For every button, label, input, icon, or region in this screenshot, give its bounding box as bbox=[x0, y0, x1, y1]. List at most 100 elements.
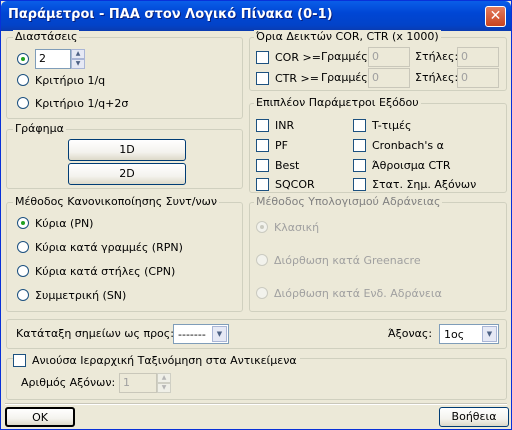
help-button[interactable]: Βοήθεια bbox=[439, 407, 509, 427]
ok-button[interactable]: OK bbox=[5, 407, 75, 427]
normalization-option-cpn[interactable]: Κύρια κατά στήλες (CPN) bbox=[17, 263, 175, 279]
dimensions-option-2-label: Κριτήριο 1/q+2σ bbox=[35, 96, 129, 110]
dimensions-count-option[interactable] bbox=[17, 51, 35, 67]
axis-stat-label: Στατ. Σημ. Αξόνων bbox=[372, 177, 477, 191]
normalization-option-pn[interactable]: Κύρια (PN) bbox=[17, 215, 93, 231]
spin-down-icon[interactable]: ▼ bbox=[157, 383, 171, 393]
pf-checkbox-row[interactable]: PF bbox=[256, 137, 288, 153]
clustering-axes-spinner[interactable]: ▲ ▼ bbox=[157, 373, 171, 393]
cor-cols-label: Στήλες: bbox=[415, 50, 459, 63]
pf-checkbox[interactable] bbox=[256, 138, 269, 152]
clustering-axes-input[interactable]: 1 bbox=[119, 373, 157, 393]
sum-ctr-checkbox[interactable] bbox=[353, 158, 366, 172]
graph-2d-button[interactable]: 2D bbox=[68, 163, 186, 185]
cronbach-label: Cronbach's α bbox=[372, 138, 444, 152]
t-values-label: T-τιμές bbox=[372, 118, 412, 132]
inertia-option-internal[interactable]: Διόρθωση κατά Ενδ. Αδράνεια bbox=[256, 285, 442, 301]
sqcor-label: SQCOR bbox=[275, 177, 315, 191]
clustering-checkbox[interactable] bbox=[13, 353, 26, 367]
clustering-label: Ανιούσα Ιεραρχική Ταξινόμηση στα Αντικεί… bbox=[32, 353, 297, 367]
ctr-checkbox[interactable] bbox=[256, 71, 269, 85]
normalization-rpn-label: Κύρια κατά γραμμές (RPN) bbox=[35, 240, 183, 254]
cor-checkbox-row[interactable]: COR >= bbox=[256, 49, 321, 65]
axis-label: Άξονας: bbox=[388, 327, 433, 340]
inertia-legend: Μέθοδος Υπολογισμού Αδράνειας bbox=[254, 195, 443, 208]
chevron-down-icon[interactable]: ▼ bbox=[482, 326, 497, 342]
ctr-cols-input[interactable]: 0 bbox=[457, 68, 499, 88]
cor-checkbox[interactable] bbox=[256, 50, 269, 64]
inertia-internal-label: Διόρθωση κατά Ενδ. Αδράνεια bbox=[274, 286, 442, 300]
normalization-cpn-radio[interactable] bbox=[17, 265, 29, 277]
sort-select[interactable]: ------- ▼ bbox=[173, 324, 229, 344]
sqcor-checkbox[interactable] bbox=[256, 177, 269, 191]
dimensions-count-spinner[interactable]: ▲ ▼ bbox=[71, 49, 85, 69]
normalization-sn-radio[interactable] bbox=[17, 289, 29, 301]
sum-ctr-checkbox-row[interactable]: Άθροισμα CTR bbox=[353, 157, 451, 173]
title-bar[interactable]: Παράμετροι - ΠΑΑ στον Λογικό Πίνακα (0-1… bbox=[1, 1, 511, 31]
axis-stat-checkbox-row[interactable]: Στατ. Σημ. Αξόνων bbox=[353, 176, 476, 192]
t-values-checkbox-row[interactable]: T-τιμές bbox=[353, 117, 411, 133]
clustering-checkbox-row[interactable]: Ανιούσα Ιεραρχική Ταξινόμηση στα Αντικεί… bbox=[13, 352, 300, 368]
inr-checkbox[interactable] bbox=[256, 118, 269, 132]
sort-select-value: ------- bbox=[178, 328, 206, 341]
clustering-axes-label: Αριθμός Αξόνων: bbox=[21, 376, 116, 389]
dialog-window: Παράμετροι - ΠΑΑ στον Λογικό Πίνακα (0-1… bbox=[0, 0, 512, 430]
cor-rows-label: Γραμμές: bbox=[321, 50, 372, 63]
dimensions-option-2-radio[interactable] bbox=[17, 97, 29, 109]
cronbach-checkbox[interactable] bbox=[353, 138, 366, 152]
inertia-option-greenacre[interactable]: Διόρθωση κατά Greenacre bbox=[256, 252, 421, 268]
best-label: Best bbox=[275, 158, 300, 172]
chevron-down-icon[interactable]: ▼ bbox=[212, 326, 227, 342]
normalization-sn-label: Συμμετρική (SN) bbox=[35, 288, 127, 302]
normalization-rpn-radio[interactable] bbox=[17, 241, 29, 253]
ctr-rows-input[interactable]: 0 bbox=[368, 68, 410, 88]
spin-up-icon[interactable]: ▲ bbox=[157, 373, 171, 383]
axis-select-value: 1ος bbox=[444, 328, 465, 341]
axis-select[interactable]: 1ος ▼ bbox=[439, 324, 499, 344]
dimensions-count-radio[interactable] bbox=[17, 53, 29, 65]
best-checkbox[interactable] bbox=[256, 158, 269, 172]
cor-ctr-legend: Όρια Δεικτών COR, CTR (x 1000) bbox=[254, 30, 441, 43]
ctr-checkbox-row[interactable]: CTR >= bbox=[256, 70, 319, 86]
graph-1d-button[interactable]: 1D bbox=[68, 139, 186, 161]
inertia-option-classic[interactable]: Κλασική bbox=[256, 219, 319, 235]
normalization-option-sn[interactable]: Συμμετρική (SN) bbox=[17, 287, 126, 303]
inertia-classic-radio[interactable] bbox=[256, 221, 268, 233]
dimensions-option-2[interactable]: Κριτήριο 1/q+2σ bbox=[17, 95, 128, 111]
normalization-legend: Μέθοδος Κανονικοποίησης Συντ/νων bbox=[13, 195, 219, 208]
inertia-greenacre-label: Διόρθωση κατά Greenacre bbox=[274, 253, 421, 267]
sum-ctr-label: Άθροισμα CTR bbox=[372, 158, 451, 172]
dimensions-option-1-radio[interactable] bbox=[17, 74, 29, 86]
spin-down-icon[interactable]: ▼ bbox=[71, 59, 85, 69]
normalization-option-rpn[interactable]: Κύρια κατά γραμμές (RPN) bbox=[17, 239, 183, 255]
cor-label: COR >= bbox=[275, 50, 321, 64]
inr-checkbox-row[interactable]: INR bbox=[256, 117, 294, 133]
dimensions-legend: Διαστάσεις bbox=[13, 30, 80, 43]
cor-cols-input[interactable]: 0 bbox=[457, 47, 499, 67]
sort-label: Κατάταξη σημείων ως προς: bbox=[16, 327, 174, 340]
close-button[interactable]: ✕ bbox=[485, 6, 506, 27]
best-checkbox-row[interactable]: Best bbox=[256, 157, 299, 173]
normalization-pn-radio[interactable] bbox=[17, 217, 29, 229]
inr-label: INR bbox=[275, 118, 295, 132]
dimensions-option-1[interactable]: Κριτήριο 1/q bbox=[17, 72, 105, 88]
spin-up-icon[interactable]: ▲ bbox=[71, 49, 85, 59]
inertia-greenacre-radio[interactable] bbox=[256, 254, 268, 266]
close-icon: ✕ bbox=[489, 8, 502, 24]
ctr-cols-label: Στήλες: bbox=[415, 71, 459, 84]
extra-output-legend: Επιπλέον Παράμετροι Εξόδου bbox=[254, 96, 421, 109]
inertia-internal-radio[interactable] bbox=[256, 287, 268, 299]
footer-divider bbox=[5, 403, 507, 405]
sqcor-checkbox-row[interactable]: SQCOR bbox=[256, 176, 315, 192]
cronbach-checkbox-row[interactable]: Cronbach's α bbox=[353, 137, 444, 153]
window-title: Παράμετροι - ΠΑΑ στον Λογικό Πίνακα (0-1… bbox=[8, 7, 333, 22]
pf-label: PF bbox=[275, 138, 288, 152]
dimensions-count-input[interactable]: 2 bbox=[35, 49, 71, 69]
cor-rows-input[interactable]: 0 bbox=[368, 47, 410, 67]
inertia-classic-label: Κλασική bbox=[274, 220, 320, 234]
t-values-checkbox[interactable] bbox=[353, 118, 366, 132]
ctr-rows-label: Γραμμές: bbox=[321, 71, 372, 84]
normalization-cpn-label: Κύρια κατά στήλες (CPN) bbox=[35, 264, 176, 278]
axis-stat-checkbox[interactable] bbox=[353, 177, 366, 191]
graph-legend: Γράφημα bbox=[13, 122, 66, 135]
